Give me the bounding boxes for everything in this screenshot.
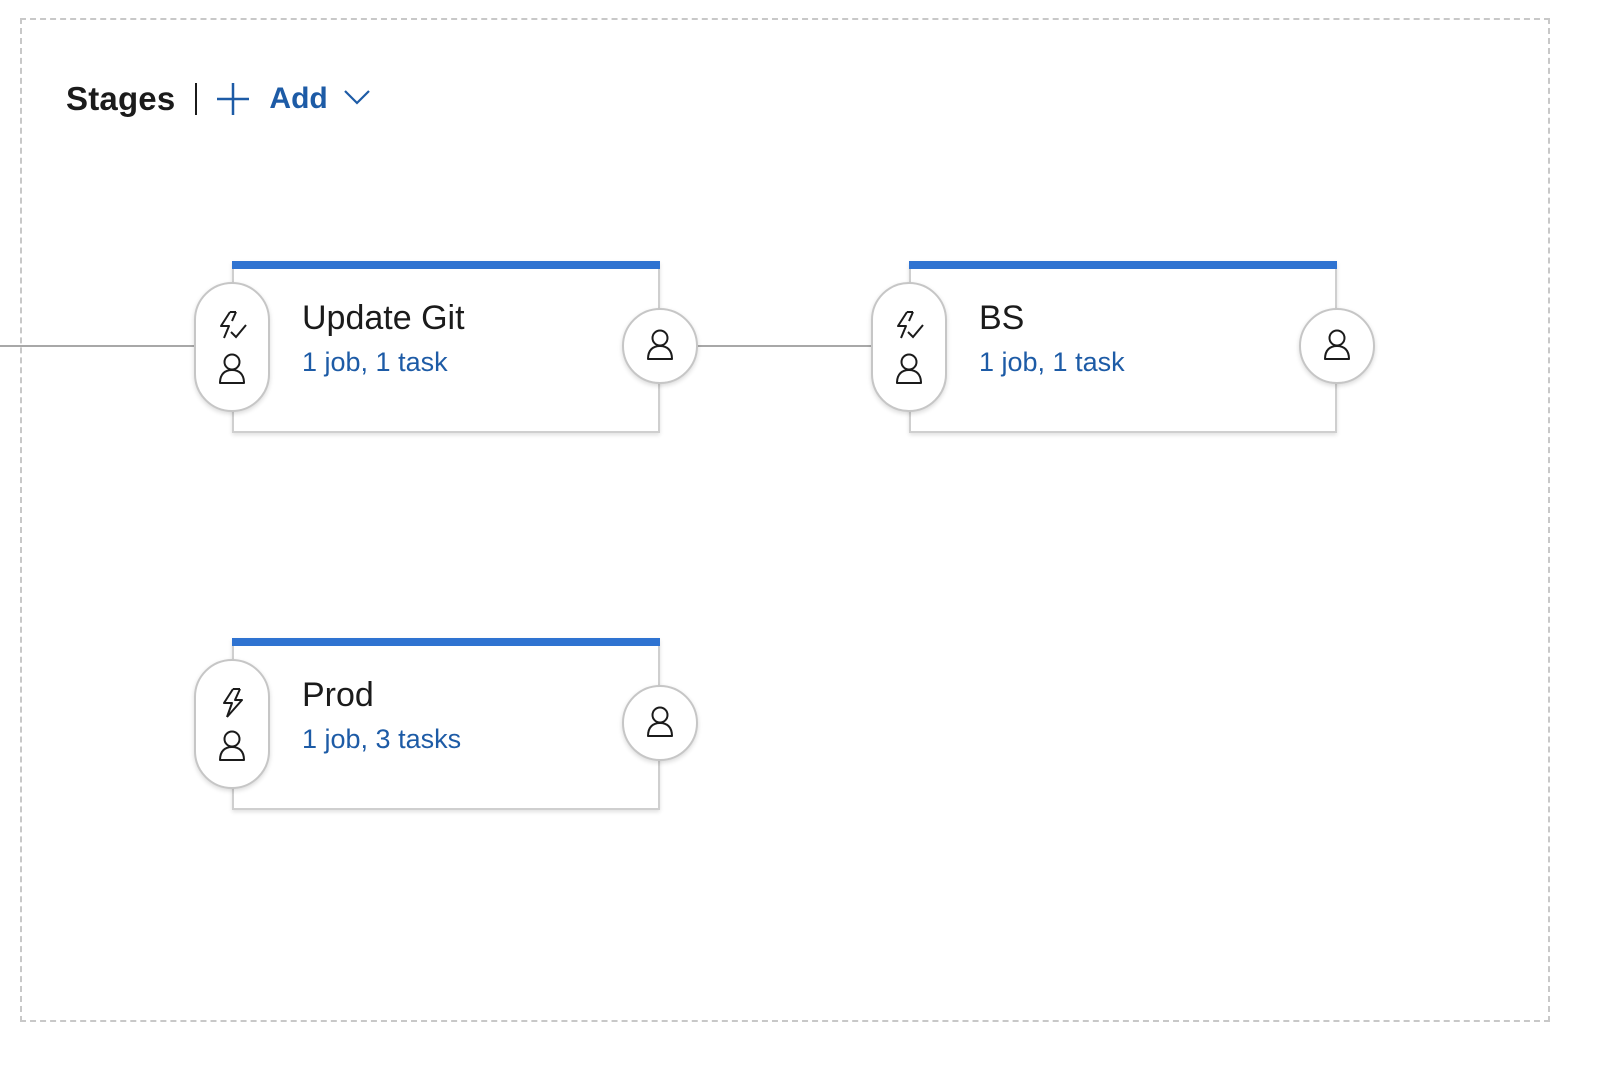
toolbar-divider <box>195 83 198 115</box>
person-icon <box>1322 328 1352 365</box>
add-stage-button[interactable]: Add <box>215 81 370 117</box>
stage-accent-bar <box>232 638 660 646</box>
stages-title: Stages <box>66 80 176 117</box>
person-icon <box>645 705 675 742</box>
pre-deployment-conditions <box>194 659 270 789</box>
stage-name: Prod <box>302 676 374 714</box>
pre-deployment-conditions <box>194 282 270 412</box>
release-pipeline-canvas: Stages Add Update Git 1 job, 1 task BS 1… <box>0 0 1610 1076</box>
stage-summary-link[interactable]: 1 job, 1 task <box>979 347 1125 378</box>
artifact-to-stage-connector <box>0 345 196 347</box>
trigger-enabled-icon[interactable] <box>893 310 925 342</box>
person-icon[interactable] <box>894 352 924 384</box>
pre-deployment-conditions <box>871 282 947 412</box>
stages-toolbar: Stages Add <box>66 78 370 120</box>
stage-name: BS <box>979 299 1025 337</box>
trigger-enabled-icon[interactable] <box>216 310 248 342</box>
post-deployment-conditions[interactable] <box>1299 308 1375 384</box>
stage-card-bs[interactable]: BS 1 job, 1 task <box>909 261 1337 433</box>
stage-name: Update Git <box>302 299 465 337</box>
stage-summary-link[interactable]: 1 job, 3 tasks <box>302 724 461 755</box>
person-icon[interactable] <box>217 352 247 384</box>
person-icon[interactable] <box>217 729 247 761</box>
add-label: Add <box>269 82 328 115</box>
post-deployment-conditions[interactable] <box>622 685 698 761</box>
stage-to-stage-connector <box>696 345 874 347</box>
post-deployment-conditions[interactable] <box>622 308 698 384</box>
stage-card-update-git[interactable]: Update Git 1 job, 1 task <box>232 261 660 433</box>
person-icon <box>645 328 675 365</box>
stage-summary-link[interactable]: 1 job, 1 task <box>302 347 448 378</box>
stage-accent-bar <box>909 261 1337 269</box>
chevron-down-icon[interactable] <box>343 89 370 110</box>
stages-panel <box>20 18 1550 1022</box>
stage-accent-bar <box>232 261 660 269</box>
trigger-manual-icon[interactable] <box>216 687 248 719</box>
stage-card-prod[interactable]: Prod 1 job, 3 tasks <box>232 638 660 810</box>
plus-icon <box>215 81 251 117</box>
